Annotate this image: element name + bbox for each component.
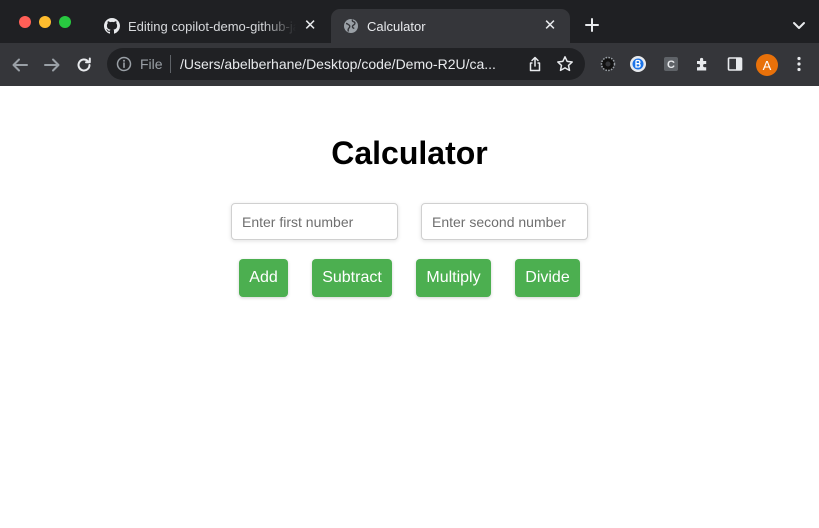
back-arrow-icon[interactable] [9,54,31,76]
share-icon[interactable] [526,55,544,73]
browser-toolbar: File /Users/abelberhane/Desktop/code/Dem… [0,43,819,86]
address-bar[interactable]: File /Users/abelberhane/Desktop/code/Dem… [107,48,585,80]
second-number-input[interactable] [421,203,588,240]
new-tab-plus-icon[interactable] [582,15,602,35]
first-number-input[interactable] [231,203,398,240]
c-extension-icon[interactable]: C [661,54,681,74]
puzzle-extensions-icon[interactable] [693,54,713,74]
tab-title: Editing copilot-demo-github-ja [128,18,297,34]
svg-text:C: C [667,59,675,71]
tab-title: Calculator [367,18,426,34]
info-icon[interactable] [116,56,132,72]
url-text[interactable]: /Users/abelberhane/Desktop/code/Demo-R2U… [180,56,525,72]
tab-calculator[interactable]: Calculator ✕ [331,9,570,43]
profile-avatar[interactable]: A [756,54,778,76]
bookmark-star-icon[interactable] [556,55,574,73]
globe-icon [343,18,359,34]
browser-titlebar: Editing copilot-demo-github-ja ✕ Calcula… [0,0,819,43]
tab-editing-copilot-demo[interactable]: Editing copilot-demo-github-ja ✕ [92,9,330,43]
forward-arrow-icon[interactable] [41,54,63,76]
side-panel-icon[interactable] [725,54,745,74]
page-content: Calculator Add Subtract Multiply Divide [0,86,819,528]
github-icon [104,18,120,34]
window-close-button[interactable] [19,16,31,28]
chevron-down-icon[interactable] [790,17,808,35]
scheme-label: File [140,56,163,72]
window-minimize-button[interactable] [39,16,51,28]
divide-button[interactable]: Divide [515,259,580,297]
gear-extension-icon[interactable] [598,54,618,74]
reload-icon[interactable] [73,54,95,76]
b-extension-icon[interactable] [628,54,648,74]
add-button[interactable]: Add [239,259,288,297]
page-title: Calculator [331,135,488,171]
subtract-button[interactable]: Subtract [312,259,392,297]
close-icon[interactable]: ✕ [542,18,558,34]
divider [170,55,171,73]
multiply-button[interactable]: Multiply [416,259,491,297]
window-maximize-button[interactable] [59,16,71,28]
more-menu-icon[interactable] [789,54,809,74]
close-icon[interactable]: ✕ [302,18,318,34]
